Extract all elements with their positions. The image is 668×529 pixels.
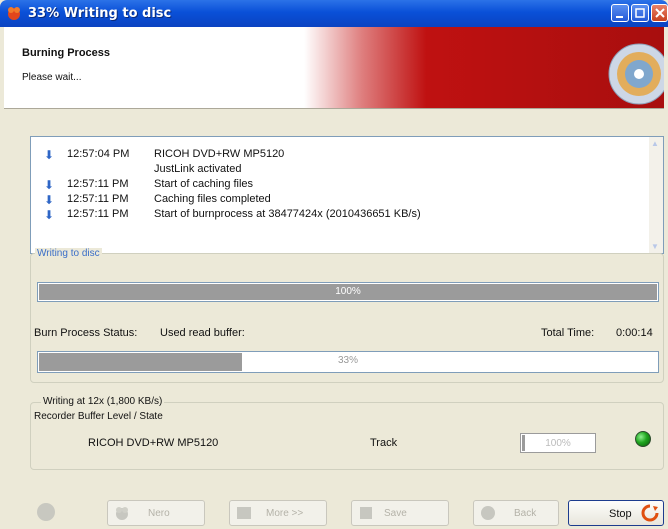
back-button-label: Back (514, 508, 537, 519)
disc-progress-bar: 100% (37, 282, 659, 302)
burn-status-value: Used read buffer: (160, 327, 245, 339)
maximize-icon (635, 8, 645, 18)
stop-button-label: Stop (609, 508, 632, 520)
disc-progress-label: 100% (335, 286, 361, 297)
log-entry: ⬇ 12:57:11 PM Caching files completed (31, 192, 631, 207)
main-panel: ⬇ 12:57:04 PM RICOH DVD+RW MP5120 JustLi… (4, 109, 664, 480)
buffer-level-label: Recorder Buffer Level / State (34, 411, 163, 422)
log-message: RICOH DVD+RW MP5120 (154, 148, 285, 160)
save-button-label: Save (384, 508, 407, 519)
page-subtitle: Please wait... (22, 72, 82, 83)
scroll-up-icon[interactable]: ▲ (651, 139, 659, 148)
page-title: Burning Process (22, 47, 111, 59)
log-list[interactable]: ⬇ 12:57:04 PM RICOH DVD+RW MP5120 JustLi… (30, 136, 664, 254)
recorder-device: RICOH DVD+RW MP5120 (88, 437, 219, 449)
info-icon: ⬇ (44, 178, 55, 192)
minimize-button[interactable] (611, 4, 629, 22)
save-icon (360, 507, 372, 519)
total-time-label: Total Time: (541, 327, 595, 339)
track-label: Track (370, 437, 398, 449)
info-icon: ⬇ (44, 148, 55, 162)
window-title: 33% Writing to disc (28, 6, 172, 21)
log-time: 12:57:11 PM (67, 193, 129, 205)
stop-icon (641, 504, 659, 522)
status-button[interactable] (26, 500, 66, 526)
nero-button-label: Nero (148, 508, 170, 519)
burn-status-label: Burn Process Status: (34, 327, 138, 339)
log-message: Start of caching files (154, 178, 254, 190)
track-level: 100% (520, 433, 596, 453)
writing-group-label: Writing to disc (35, 248, 102, 259)
buffer-progress-bar: 33% (37, 351, 659, 373)
close-icon (655, 8, 665, 18)
info-icon: ⬇ (44, 193, 55, 207)
disc-status-icon (37, 503, 55, 521)
nero-icon (116, 507, 128, 520)
minimize-icon (616, 16, 623, 18)
log-entry: ⬇ 12:57:04 PM RICOH DVD+RW MP5120 (31, 147, 631, 162)
log-time: 12:57:11 PM (67, 178, 129, 190)
nero-app-icon (8, 7, 20, 20)
log-entry: ⬇ 12:57:11 PM Start of burnprocess at 38… (31, 207, 631, 222)
log-time: 12:57:04 PM (67, 148, 130, 160)
log-message: JustLink activated (154, 163, 242, 175)
log-time: 12:57:11 PM (67, 208, 129, 220)
buffer-progress-label: 33% (337, 355, 358, 366)
back-icon (481, 506, 495, 520)
status-led-icon (635, 431, 651, 447)
more-button[interactable]: More >> (229, 500, 327, 526)
save-button[interactable]: Save (351, 500, 449, 526)
track-level-label: 100% (545, 438, 571, 449)
back-button[interactable]: Back (473, 500, 559, 526)
disc-icon (608, 43, 664, 105)
log-message: Caching files completed (154, 193, 271, 205)
title-bar[interactable]: 33% Writing to disc (0, 0, 668, 27)
more-button-label: More >> (266, 508, 304, 519)
log-entry: ⬇ 12:57:11 PM Start of caching files (31, 177, 631, 192)
log-scrollbar[interactable]: ▲ ▼ (649, 137, 663, 253)
header-banner: Burning Process Please wait... (4, 27, 664, 109)
maximize-button[interactable] (631, 4, 649, 22)
button-bar: Nero More >> Save Back Stop (0, 480, 668, 529)
nero-button[interactable]: Nero (107, 500, 205, 526)
log-message: Start of burnprocess at 38477424x (20104… (154, 208, 421, 220)
info-icon: ⬇ (44, 208, 55, 222)
scroll-down-icon[interactable]: ▼ (651, 242, 659, 251)
recorder-speed-label: Writing at 12x (1,800 KB/s) (41, 396, 165, 407)
log-entry: JustLink activated (31, 162, 631, 177)
total-time-value: 0:00:14 (616, 327, 653, 339)
stop-button[interactable]: Stop (568, 500, 664, 526)
more-icon (237, 507, 251, 519)
close-button[interactable] (651, 4, 668, 22)
